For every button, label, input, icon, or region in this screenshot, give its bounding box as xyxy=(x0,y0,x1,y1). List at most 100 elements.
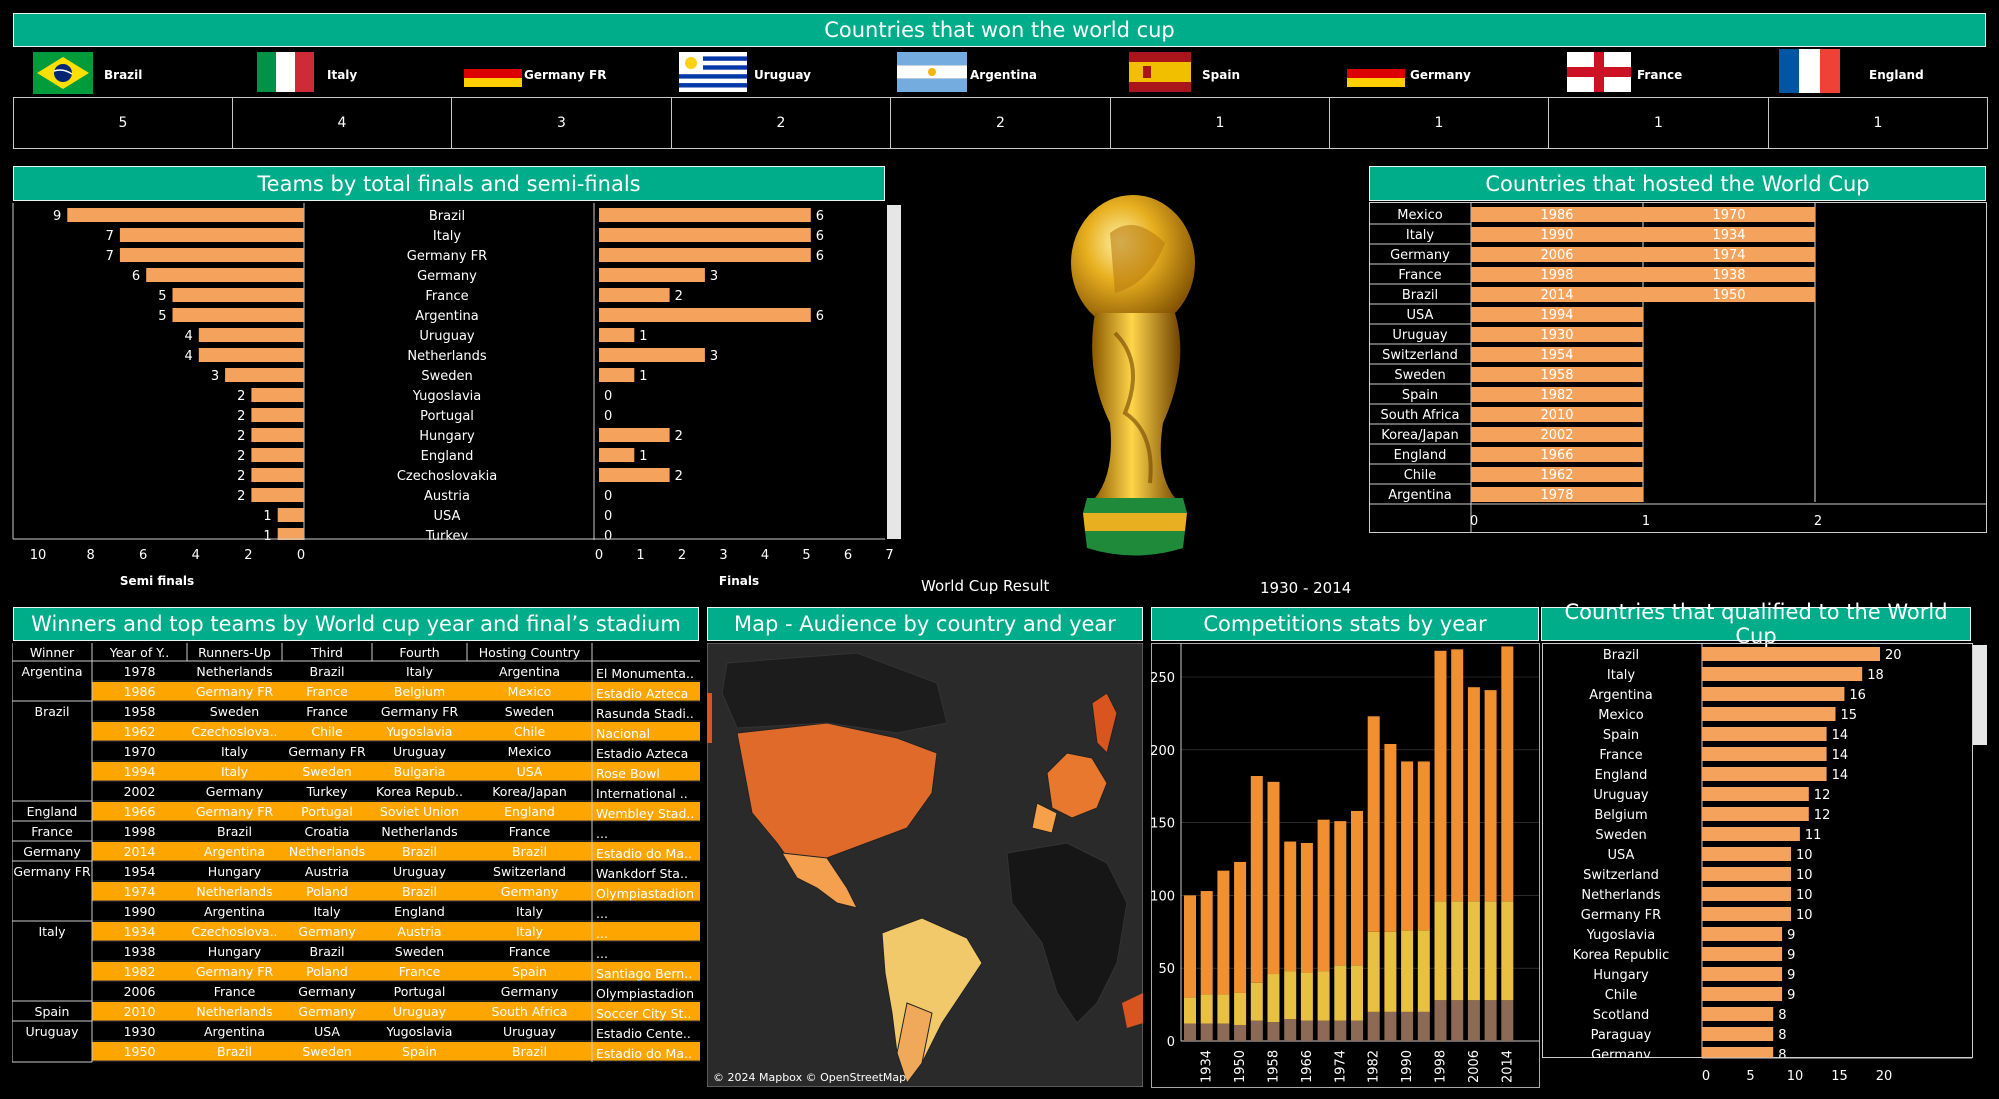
qualified-bar xyxy=(1702,987,1783,1001)
table-cell: Netherlands xyxy=(196,664,272,679)
host-year-label: 2010 xyxy=(1540,408,1573,423)
host-year-label: 1990 xyxy=(1540,228,1573,243)
stats-bar-top xyxy=(1501,646,1514,902)
table-cell: Croatia xyxy=(305,824,350,839)
qualified-tick-label: 20 xyxy=(1876,1069,1893,1084)
finals-value-label: 6 xyxy=(816,209,824,224)
qualified-country-label: Korea Republic xyxy=(1573,948,1670,963)
winner-name-spain: Spain xyxy=(1202,68,1240,82)
stats-bar-bottom xyxy=(1434,1000,1447,1041)
results-panel-title: Winners and top teams by World cup year … xyxy=(13,607,699,641)
stats-ytick-label: 200 xyxy=(1151,744,1175,759)
stats-bar-middle xyxy=(1234,992,1247,1025)
table-cell: Netherlands xyxy=(381,824,457,839)
semi-axis-title: Semi finals xyxy=(120,574,194,588)
stadium-cell: Olympiastadion xyxy=(596,886,694,901)
winner-cell: Germany xyxy=(23,844,81,859)
qualified-bar xyxy=(1702,967,1783,981)
hosts-tick-label: 0 xyxy=(1470,514,1478,529)
finals-value-label: 3 xyxy=(710,269,718,284)
table-cell: Italy xyxy=(221,744,249,759)
semi-value-label: 9 xyxy=(53,209,61,224)
table-cell: Brazil xyxy=(402,884,437,899)
semi-value-label: 5 xyxy=(158,289,166,304)
finals-value-label: 3 xyxy=(710,349,718,364)
qualified-country-label: Belgium xyxy=(1594,808,1647,823)
host-country-label: Sweden xyxy=(1394,368,1445,383)
table-cell: Argentina xyxy=(499,664,560,679)
finals-value-label: 1 xyxy=(639,449,647,464)
stats-bar-middle xyxy=(1217,994,1230,1024)
table-cell: Czechoslova.. xyxy=(191,724,277,739)
qualified-country-label: Sweden xyxy=(1595,828,1646,843)
finals-bar xyxy=(599,228,811,242)
host-year-label: 2006 xyxy=(1540,248,1573,263)
qualified-tick-label: 5 xyxy=(1746,1069,1754,1084)
stats-bar-top xyxy=(1200,891,1213,995)
semi-value-label: 2 xyxy=(237,409,245,424)
host-country-label: France xyxy=(1398,268,1441,283)
win-count-brazil: 5 xyxy=(13,97,233,149)
qualified-country-label: Mexico xyxy=(1598,708,1643,723)
table-cell: 1934 xyxy=(124,924,156,939)
team-label: Italy xyxy=(433,229,462,244)
stats-bar-top xyxy=(1351,810,1363,966)
qualified-tick-label: 10 xyxy=(1787,1069,1804,1084)
stats-bar-middle xyxy=(1250,982,1263,1021)
stats-xtick-label: 2014 xyxy=(1500,1050,1515,1083)
stats-xtick-label: 1998 xyxy=(1434,1050,1449,1083)
stadium-cell: ... xyxy=(596,926,608,941)
finals-tick-label: 2 xyxy=(678,548,686,563)
qualified-value-label: 9 xyxy=(1787,968,1795,983)
winner-name-france: France xyxy=(1637,68,1683,82)
table-cell: Mexico xyxy=(508,684,552,699)
audience-map[interactable]: © 2024 Mapbox © OpenStreetMap xyxy=(707,643,1143,1087)
table-cell: 1994 xyxy=(124,764,156,779)
argentina-flag-icon xyxy=(897,52,967,92)
semi-tick-label: 8 xyxy=(86,548,94,563)
finals-bar xyxy=(599,208,811,222)
win-count-spain: 1 xyxy=(1110,97,1330,149)
team-label: Uruguay xyxy=(419,329,475,344)
stats-xtick-label: 1966 xyxy=(1300,1050,1315,1083)
stats-xtick-label: 1934 xyxy=(1200,1050,1215,1083)
winner-cell: Argentina xyxy=(22,664,83,679)
semi-bar xyxy=(67,208,304,222)
qualified-value-label: 8 xyxy=(1778,1028,1786,1043)
stats-bar-middle xyxy=(1501,901,1514,1001)
stadium-cell: Wankdorf Sta.. xyxy=(596,866,688,881)
semi-value-label: 4 xyxy=(185,349,193,364)
qualified-bar xyxy=(1702,687,1845,701)
map-attribution: © 2024 Mapbox © OpenStreetMap xyxy=(713,1071,906,1084)
host-year-label: 1978 xyxy=(1540,488,1573,503)
table-cell: Uruguay xyxy=(503,1024,557,1039)
qualified-country-label: Netherlands xyxy=(1581,888,1660,903)
host-country-label: USA xyxy=(1407,308,1434,323)
qualified-value-label: 9 xyxy=(1787,928,1795,943)
table-cell: 1930 xyxy=(124,1024,156,1039)
finals-bar xyxy=(599,308,811,322)
map-panel-title: Map - Audience by country and year xyxy=(707,607,1143,641)
table-cell: Germany xyxy=(298,984,356,999)
stats-xtick-label: 1982 xyxy=(1367,1050,1382,1083)
winner-name-germany-fr: Germany FR xyxy=(524,68,607,82)
spain-flag-icon xyxy=(1129,52,1191,92)
finals-value-label: 0 xyxy=(604,389,612,404)
finals-panel-title: Teams by total finals and semi-finals xyxy=(13,166,885,201)
table-cell: England xyxy=(504,804,555,819)
finals-bar xyxy=(599,328,635,342)
finals-tick-label: 0 xyxy=(595,548,603,563)
table-cell: Germany xyxy=(298,1004,356,1019)
semi-value-label: 2 xyxy=(237,429,245,444)
table-cell: 1970 xyxy=(124,744,156,759)
semi-bar xyxy=(198,348,304,362)
semi-value-label: 3 xyxy=(211,369,219,384)
table-cell: Uruguay xyxy=(393,1004,447,1019)
trophy-caption: World Cup Result xyxy=(921,577,1050,595)
semi-tick-label: 2 xyxy=(244,548,252,563)
semi-value-label: 7 xyxy=(106,249,114,264)
table-cell: South Africa xyxy=(492,1004,568,1019)
qualified-panel-title: Countries that qualified to the World Cu… xyxy=(1541,600,1971,648)
qualified-bar xyxy=(1702,647,1880,661)
host-year-label: 1954 xyxy=(1540,348,1573,363)
